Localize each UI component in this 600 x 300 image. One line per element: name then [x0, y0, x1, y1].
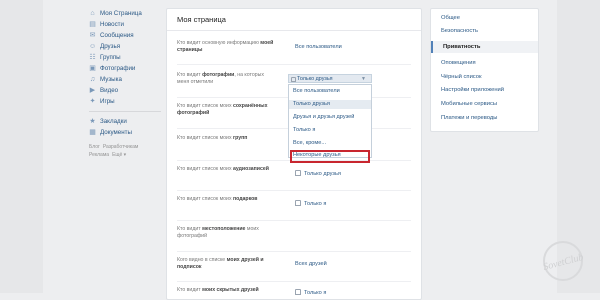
home-icon: ⌂ [90, 9, 95, 17]
settings-menu-payments[interactable]: Платежи и переводы [441, 112, 497, 124]
nav-item-groups[interactable]: ☷ Группы [89, 52, 120, 62]
nav-item-music[interactable]: ♫ Музыка [89, 74, 122, 84]
settings-menu-apps[interactable]: Настройки приложений [441, 84, 504, 96]
documents-icon: ▦ [89, 128, 96, 136]
photos-icon: ▣ [89, 64, 96, 72]
red-highlight-box [290, 150, 370, 163]
privacy-dropdown-toggle[interactable]: Только друзья ▼ [288, 74, 372, 83]
lock-icon [291, 77, 296, 82]
svg-text:SovetClub: SovetClub [542, 252, 585, 273]
nav-item-messages[interactable]: ✉ Сообщения [89, 30, 134, 40]
settings-menu-notifications[interactable]: Оповещения [441, 57, 476, 69]
settings-menu-blacklist[interactable]: Чёрный список [441, 71, 482, 83]
settings-menu-mobile[interactable]: Мобильные сервисы [441, 98, 497, 110]
setting-value-main-info[interactable]: Все пользователи [295, 44, 342, 50]
news-icon: ▤ [89, 20, 96, 28]
settings-menu-general[interactable]: Общее [441, 12, 460, 24]
nav-item-my-page[interactable]: ⌂ Моя Страница [89, 8, 141, 18]
footer-link-blog[interactable]: Блог [89, 144, 100, 150]
lock-icon [295, 200, 301, 206]
lock-icon [295, 289, 301, 295]
nav-item-games[interactable]: ✦ Игры [89, 96, 115, 106]
music-icon: ♫ [89, 75, 96, 83]
friends-icon: ☺ [89, 42, 97, 50]
settings-menu-privacy[interactable]: Приватность [431, 41, 538, 53]
bookmarks-icon: ★ [89, 117, 96, 125]
setting-value-gifts[interactable]: Только я [295, 200, 326, 207]
nav-item-photos[interactable]: ▣ Фотографии [89, 63, 135, 73]
footer-link-developers[interactable]: Разработчикам [103, 144, 139, 150]
messages-icon: ✉ [89, 31, 96, 39]
nav-footer-links-2: Реклама Ещё ▾ [89, 152, 129, 158]
dropdown-option-friends-only[interactable]: Только друзья [289, 100, 371, 109]
nav-item-documents[interactable]: ▦ Документы [89, 127, 132, 137]
nav-item-video[interactable]: ▶ Видео [89, 85, 118, 95]
dropdown-option-all-users[interactable]: Все пользователи [293, 87, 340, 96]
setting-value-friends-list[interactable]: Всех друзей [295, 261, 327, 267]
left-gutter [0, 0, 43, 293]
watermark-logo: SovetClub [542, 241, 585, 281]
dropdown-option-all-except[interactable]: Все, кроме... [293, 139, 326, 148]
groups-icon: ☷ [89, 53, 96, 61]
section-title: Моя страница [177, 15, 226, 24]
footer-link-ads[interactable]: Реклама [89, 152, 109, 158]
setting-value-audio[interactable]: Только друзья [295, 170, 341, 177]
dropdown-option-only-me[interactable]: Только я [293, 126, 315, 135]
video-icon: ▶ [89, 86, 96, 94]
privacy-dropdown-menu: Все пользователи Только друзья Друзья и … [288, 84, 372, 158]
settings-menu-security[interactable]: Безопасность [441, 25, 478, 37]
games-icon: ✦ [89, 97, 96, 105]
lock-icon [295, 170, 301, 176]
settings-menu: Общее Безопасность Приватность Оповещени… [430, 8, 539, 132]
footer-link-more[interactable]: Ещё ▾ [112, 152, 126, 158]
dropdown-option-friends-of-friends[interactable]: Друзья и друзья друзей [293, 113, 354, 122]
chevron-down-icon: ▼ [361, 76, 366, 82]
nav-footer-links: Блог Разработчикам [89, 144, 141, 150]
nav-divider [89, 111, 161, 112]
nav-item-friends[interactable]: ☺ Друзья [89, 41, 120, 51]
nav-item-bookmarks[interactable]: ★ Закладки [89, 116, 126, 126]
title-divider [167, 30, 421, 31]
nav-item-news[interactable]: ▤ Новости [89, 19, 124, 29]
